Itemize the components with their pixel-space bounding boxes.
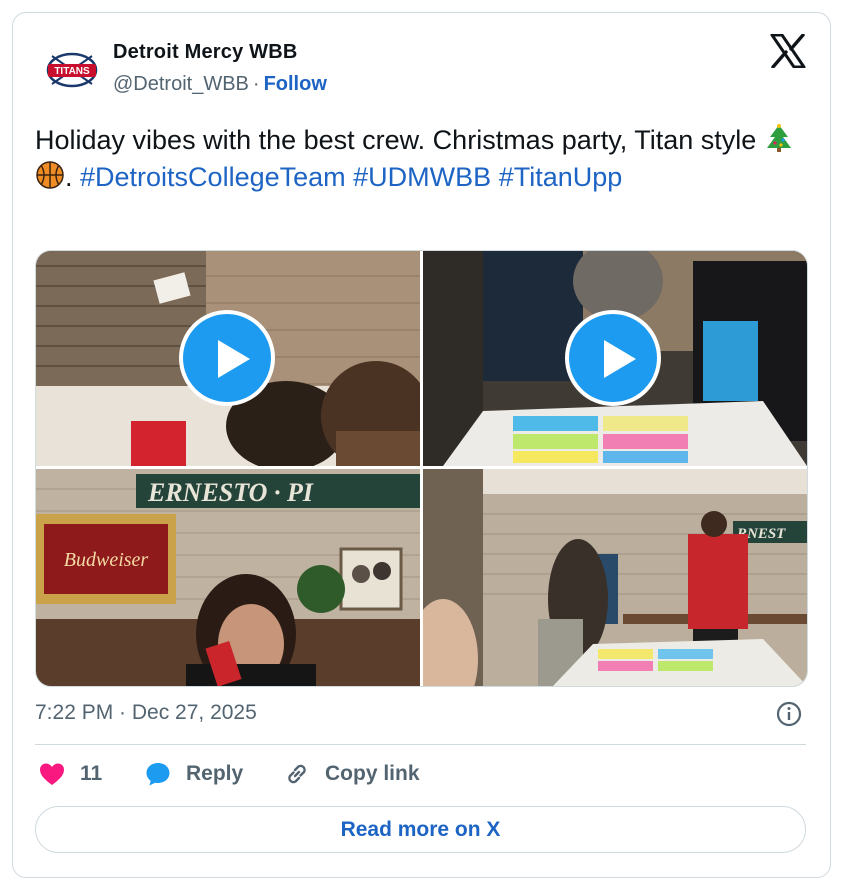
budweiser-sign-text: Budweiser [64, 549, 149, 571]
hashtag-link[interactable]: #DetroitsCollegeTeam [80, 162, 346, 192]
hashtag-link[interactable]: #TitanUpp [499, 162, 623, 192]
tweet-timestamp[interactable]: 7:22 PM · Dec 27, 2025 [35, 701, 257, 725]
logo-text: TITANS [54, 66, 90, 77]
christmas-tree-icon [766, 124, 791, 152]
follow-link[interactable]: Follow [264, 73, 327, 95]
photo-image: RNEST [423, 469, 807, 686]
author-avatar[interactable]: TITANS [40, 38, 104, 102]
like-count: 11 [80, 762, 103, 785]
reply-button[interactable]: Reply [144, 760, 243, 788]
photo-tile[interactable]: ERNESTO · PI Budweiser [36, 469, 420, 686]
copy-link-button[interactable]: Copy link [283, 760, 420, 788]
media-grid: ERNESTO · PI Budweiser RNEST [35, 250, 808, 687]
play-button[interactable] [565, 310, 661, 406]
tweet-text-part2: . [65, 162, 81, 192]
photo-image: ERNESTO · PI Budweiser [36, 469, 420, 686]
author-handle-line: @Detroit_WBB · Follow [113, 73, 327, 96]
reply-label: Reply [186, 762, 244, 785]
copy-link-label: Copy link [325, 762, 420, 785]
hashtag-link[interactable]: #UDMWBB [353, 162, 491, 192]
info-icon[interactable] [776, 701, 802, 727]
link-icon [288, 764, 306, 784]
ernesto-sign-text: ERNESTO · PI [147, 478, 314, 507]
x-logo-icon[interactable] [770, 34, 806, 68]
footer-divider [35, 744, 806, 745]
like-button[interactable]: 11 [38, 760, 102, 788]
tweet-text-part1: Holiday vibes with the best crew. Christ… [35, 125, 764, 155]
author-name[interactable]: Detroit Mercy WBB [113, 41, 298, 64]
heart-icon [40, 763, 64, 785]
separator-dot: · [252, 73, 260, 95]
author-handle[interactable]: @Detroit_WBB [113, 73, 249, 95]
reply-bubble-icon [146, 763, 170, 786]
titans-logo-icon: TITANS [46, 52, 98, 88]
tweet-text: Holiday vibes with the best crew. Christ… [35, 122, 805, 196]
play-button[interactable] [179, 310, 275, 406]
basketball-icon [36, 161, 64, 189]
read-more-button[interactable]: Read more on X [35, 806, 806, 853]
photo-tile[interactable]: RNEST [423, 469, 807, 686]
